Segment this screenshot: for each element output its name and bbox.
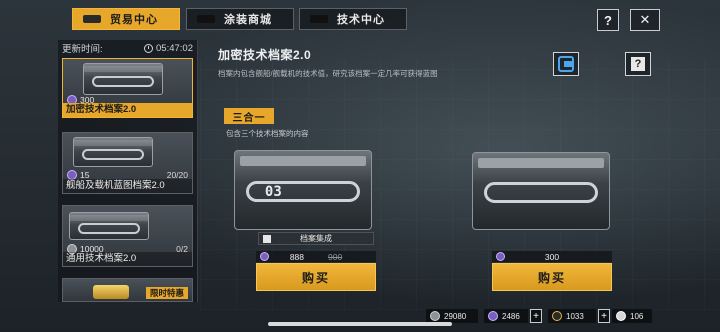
- home-indicator[interactable]: [268, 322, 452, 326]
- refresh-timer: 05:47:02: [144, 43, 193, 54]
- currency-white: 106: [612, 309, 652, 323]
- tab-indicator-icon: [83, 15, 101, 23]
- clock-icon: [144, 43, 154, 53]
- case-band: [483, 181, 599, 204]
- product-single: 300 购买: [468, 140, 618, 300]
- bundle-ribbon: 档案集成: [258, 232, 374, 245]
- currency-gold: 1033: [548, 309, 596, 323]
- g-logo-icon: [558, 56, 574, 72]
- item-list-sidebar: 更新时间: 05:47:02 300 加密技术档案2.0 15 20/20 舰船…: [58, 40, 198, 302]
- case-stamp: 03: [264, 183, 282, 200]
- currency-value: 2486: [502, 311, 520, 321]
- archive-box-icon: [69, 212, 149, 240]
- item-name: 通用技术档案2.0: [63, 252, 192, 266]
- timer-value: 05:47:02: [156, 42, 193, 54]
- price-value: 888: [289, 251, 304, 262]
- list-item-limited-offer[interactable]: 限时特惠: [62, 278, 193, 302]
- archive-case-image: [472, 152, 610, 230]
- currency-bar: 29080 2486 + 1033 + 106: [0, 304, 720, 332]
- price-value: 300: [544, 251, 560, 262]
- list-item-encrypted-archive[interactable]: 300 加密技术档案2.0: [62, 58, 193, 118]
- refresh-label: 更新时间:: [62, 44, 103, 55]
- ribbon-label: 档案集成: [300, 234, 332, 243]
- bundle-badge: 三合一: [224, 108, 274, 124]
- checkbox-icon: [263, 235, 271, 243]
- buy-button[interactable]: 购买: [256, 263, 376, 291]
- add-gold-button[interactable]: +: [598, 309, 610, 323]
- tab-skin-shop[interactable]: 涂装商城: [186, 8, 294, 30]
- archive-box-icon: [73, 137, 153, 167]
- tab-label: 贸易中心: [110, 14, 158, 26]
- top-bar: 贸易中心 涂装商城 技术中心 ? ✕: [0, 0, 720, 36]
- purple-coin-icon: [496, 252, 505, 261]
- item-description: 档案内包含舰船/舰载机的技术值，研究该档案一定几率可获得蓝图: [218, 69, 438, 78]
- item-name: 加密技术档案2.0: [63, 103, 192, 117]
- buy-button[interactable]: 购买: [492, 263, 612, 291]
- limited-offer-tag: 限时特惠: [145, 287, 188, 299]
- purple-coin-icon: [260, 252, 269, 261]
- case-band: [245, 180, 361, 203]
- currency-value: 106: [630, 311, 644, 321]
- tab-tech-center[interactable]: 技术中心: [299, 8, 407, 30]
- tab-label: 技术中心: [337, 14, 385, 26]
- gray-coin-icon: [430, 311, 440, 321]
- item-help-button[interactable]: ?: [625, 52, 651, 76]
- tab-indicator-icon: [310, 15, 328, 23]
- page-title: 加密技术档案2.0: [218, 48, 312, 62]
- help-button[interactable]: ?: [597, 9, 619, 31]
- tab-label: 涂装商城: [224, 14, 272, 26]
- currency-value: 1033: [566, 311, 584, 321]
- archive-info-button[interactable]: [553, 52, 579, 76]
- bundle-description: 包含三个技术档案的内容: [226, 129, 309, 138]
- gold-stack-icon: [93, 285, 129, 299]
- currency-value: 29080: [444, 311, 467, 321]
- product-price: 888 900: [256, 251, 376, 262]
- refresh-header: 更新时间: 05:47:02: [58, 40, 197, 56]
- tab-trade-center[interactable]: 贸易中心: [72, 8, 180, 30]
- product-price: 300: [492, 251, 612, 262]
- question-icon: ?: [631, 57, 645, 71]
- currency-gray: 29080: [426, 309, 478, 323]
- list-item-general-archive[interactable]: 10000 0/2 通用技术档案2.0: [62, 205, 193, 267]
- case-lid: [478, 157, 604, 168]
- white-coin-icon: [616, 311, 626, 321]
- product-bundle: 03 档案集成 888 900 购买: [228, 140, 378, 300]
- item-name: 舰船及载机蓝图档案2.0: [63, 179, 192, 193]
- tab-indicator-icon: [197, 15, 215, 23]
- add-purple-button[interactable]: +: [530, 309, 542, 323]
- archive-case-image: 03: [234, 150, 372, 230]
- archive-box-icon: [83, 63, 163, 95]
- currency-purple: 2486: [484, 309, 528, 323]
- case-lid: [240, 155, 366, 166]
- close-button[interactable]: ✕: [630, 9, 660, 31]
- purple-coin-icon: [488, 311, 498, 321]
- original-price: 900: [328, 251, 343, 262]
- gold-coin-icon: [552, 311, 562, 321]
- list-item-ship-blueprint-archive[interactable]: 15 20/20 舰船及载机蓝图档案2.0: [62, 132, 193, 194]
